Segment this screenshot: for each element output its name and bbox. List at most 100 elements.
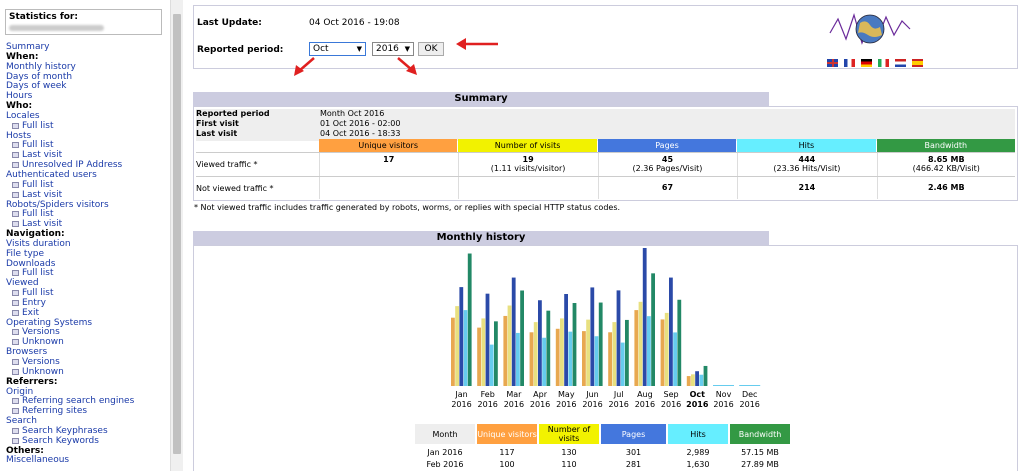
nav-sublink[interactable]: Versions (22, 357, 60, 367)
chart-bar (594, 336, 599, 386)
nav-sublink[interactable]: Last visit (22, 190, 62, 200)
chart-month-label: Jun (585, 390, 599, 399)
nav-link[interactable]: Browsers (6, 347, 47, 357)
nav-sublink[interactable]: Full list (22, 268, 53, 278)
nav-link[interactable]: Monthly history (6, 62, 76, 72)
last-update-label: Last Update: (197, 18, 262, 28)
update-box: Last Update: 04 Oct 2016 - 19:08 Reporte… (193, 5, 1018, 76)
chart-bar (555, 328, 560, 386)
nav-link[interactable]: Viewed (6, 278, 39, 288)
summary-col-header: Pages (597, 139, 737, 152)
chart-bar (542, 337, 546, 386)
nav-sublink[interactable]: Unresolved IP Address (22, 160, 122, 170)
month-select-value: Oct (313, 44, 329, 54)
nav-sublink[interactable]: Referring search engines (22, 396, 134, 406)
ok-button[interactable]: OK (418, 42, 444, 56)
viewed-subvalue: (466.42 KB/Visit) (912, 164, 980, 173)
chart-year-label: 2016 (582, 400, 602, 409)
page-icon (12, 309, 19, 316)
viewed-cell: 45 (2.36 Pages/Visit) (597, 153, 736, 177)
nav-sublink[interactable]: Referring sites (22, 406, 87, 416)
monthly-cell: 27.89 MB (741, 460, 779, 469)
chart-bar (634, 310, 639, 386)
not-viewed-value: 2.46 MB (876, 177, 1015, 199)
nav-sublink[interactable]: Versions (22, 327, 60, 338)
flag-nl-icon[interactable] (895, 59, 906, 67)
nav-link[interactable]: Hosts (6, 131, 31, 141)
monthly-cell: 117 (499, 448, 515, 457)
month-select[interactable]: Oct ▼ (309, 42, 366, 56)
page-icon (12, 329, 19, 336)
nav-link[interactable]: Origin (6, 387, 33, 397)
chart-month-label: Nov (716, 390, 732, 399)
chart-bar (669, 277, 673, 386)
chart-month-label: Dec (742, 390, 757, 399)
flag-de-icon[interactable] (861, 59, 872, 67)
chart-bar (651, 273, 655, 386)
nav-sublink[interactable]: Last visit (22, 150, 62, 160)
chart-bar (582, 331, 586, 386)
stats-for-label: Statistics for: (9, 12, 78, 22)
nav-sublink[interactable]: Full list (22, 209, 53, 219)
nav-sublink[interactable]: Full list (22, 121, 53, 131)
monthly-cell: 2,989 (686, 448, 710, 457)
not-viewed-value (458, 177, 596, 199)
nav-sublink[interactable]: Unknown (22, 337, 64, 347)
nav-link[interactable]: Search (6, 416, 37, 426)
flag-en-icon[interactable] (827, 59, 838, 67)
viewed-cell: 8.65 MB (466.42 KB/Visit) (876, 153, 1015, 177)
sidebar-scrollbar[interactable] (170, 0, 183, 471)
nav-link[interactable]: Days of week (6, 81, 67, 91)
nav-sublink[interactable]: Full list (22, 140, 53, 151)
nav-sublink[interactable]: Entry (22, 298, 46, 308)
chart-bar (739, 385, 761, 386)
nav-sublink[interactable]: Search Keyphrases (22, 426, 108, 436)
nav-link[interactable]: Hours (6, 91, 32, 101)
nav-link[interactable]: Visits duration (6, 239, 71, 249)
nav-link[interactable]: Days of month (6, 72, 72, 82)
viewed-value: 19 (522, 155, 534, 164)
nav-sublink[interactable]: Full list (22, 180, 53, 190)
flag-fr-icon[interactable] (844, 59, 855, 67)
viewed-cell: 17 (319, 153, 457, 177)
nav-link[interactable]: Operating Systems (6, 318, 92, 328)
chart-year-label: 2016 (661, 400, 681, 409)
viewed-subvalue: (2.36 Pages/Visit) (632, 164, 703, 173)
nav-sublink[interactable]: Exit (22, 308, 39, 318)
page-icon (12, 191, 19, 198)
nav-link[interactable]: Locales (6, 111, 40, 121)
scrollbar-thumb[interactable] (173, 14, 181, 454)
nav-link[interactable]: Robots/Spiders visitors (6, 200, 109, 210)
summary-col-header: Hits (737, 139, 876, 152)
chart-month-label: Oct (690, 390, 706, 399)
first-visit-value: 01 Oct 2016 - 02:00 (320, 119, 401, 128)
nav-sublink[interactable]: Last visit (22, 219, 62, 229)
page-icon (12, 162, 19, 169)
chart-bar (713, 385, 734, 386)
nav-link[interactable]: Summary (6, 42, 50, 52)
flag-it-icon[interactable] (878, 59, 889, 67)
page-icon (12, 368, 19, 375)
nav-item[interactable]: Miscellaneous (6, 456, 134, 466)
chart-bar (642, 248, 647, 386)
not-viewed-cells: 67 214 2.46 MB (319, 177, 1016, 199)
page-icon (12, 211, 19, 218)
page-icon (12, 122, 19, 129)
viewed-value: 444 (798, 155, 816, 164)
nav-sublink[interactable]: Unknown (22, 367, 64, 377)
flag-es-icon[interactable] (912, 59, 923, 67)
viewed-subvalue: (23.36 Hits/Visit) (773, 164, 841, 173)
monthly-cell: Jan 2016 (427, 448, 463, 457)
nav-sublink[interactable]: Search Keywords (22, 436, 99, 446)
nav-link[interactable]: Authenticated users (6, 170, 97, 180)
chart-bar (516, 332, 520, 386)
page-icon (12, 408, 19, 415)
chart-bar (507, 305, 512, 386)
year-select[interactable]: 2016 ▼ (372, 42, 414, 56)
nav-link[interactable]: Downloads (6, 259, 55, 269)
page-icon (12, 181, 19, 188)
nav-link[interactable]: Miscellaneous (6, 455, 69, 466)
monthly-cell: 57.15 MB (741, 448, 779, 457)
nav-sublink[interactable]: Full list (22, 288, 53, 298)
nav-link[interactable]: File type (6, 249, 44, 259)
